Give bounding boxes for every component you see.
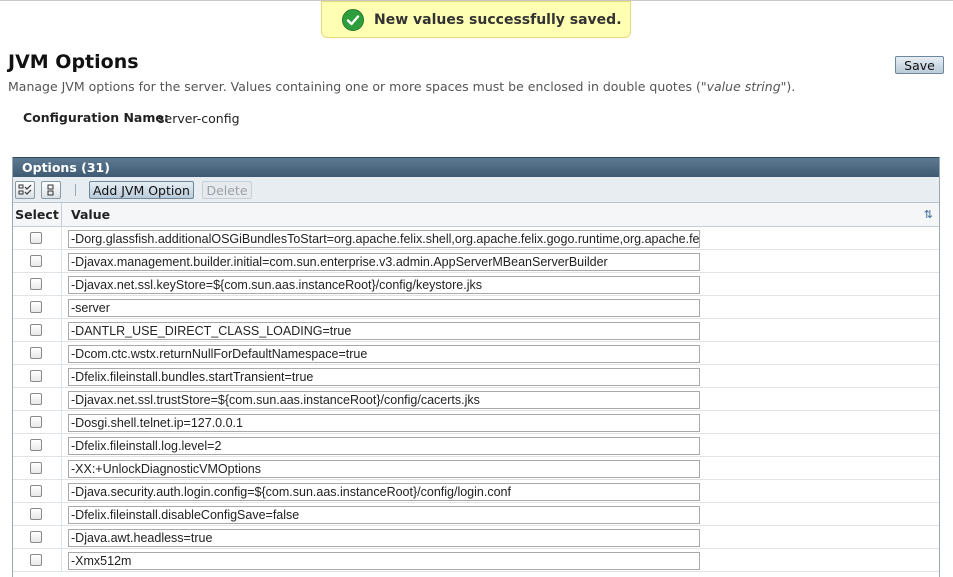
row-select-checkbox[interactable] — [30, 393, 42, 405]
table-row: -Dorg.glassfish.additionalOSGiBundlesToS… — [13, 227, 939, 250]
row-select-checkbox[interactable] — [30, 324, 42, 336]
table-title: Options (31) — [13, 157, 939, 177]
table-row: -Dosgi.shell.telnet.ip=127.0.0.1 — [13, 411, 939, 434]
table-row: -XX:+UnlockDiagnosticVMOptions — [13, 457, 939, 480]
row-select-checkbox[interactable] — [30, 416, 42, 428]
table-row: -Dfelix.fileinstall.log.level=2 — [13, 434, 939, 457]
option-value-input[interactable]: -Dfelix.fileinstall.log.level=2 — [68, 437, 700, 455]
option-value-input[interactable]: -Dfelix.fileinstall.bundles.startTransie… — [68, 368, 700, 386]
table-row: -server — [13, 296, 939, 319]
select-cell — [13, 503, 62, 526]
select-cell — [13, 273, 62, 296]
select-cell — [13, 342, 62, 365]
option-value-input[interactable]: -Djavax.net.ssl.trustStore=${com.sun.aas… — [68, 391, 700, 409]
row-select-checkbox[interactable] — [30, 508, 42, 520]
option-value-input[interactable]: -Xmx512m — [68, 552, 700, 570]
row-select-checkbox[interactable] — [30, 278, 42, 290]
row-select-checkbox[interactable] — [30, 462, 42, 474]
row-select-checkbox[interactable] — [30, 347, 42, 359]
option-value-input[interactable]: -Djava.security.auth.login.config=${com.… — [68, 483, 700, 501]
select-cell — [13, 319, 62, 342]
table-row: -Dfelix.fileinstall.bundles.startTransie… — [13, 365, 939, 388]
row-select-checkbox[interactable] — [30, 232, 42, 244]
table-row: -Djava.awt.headless=true — [13, 526, 939, 549]
table-row: -Dfelix.fileinstall.disableConfigSave=fa… — [13, 503, 939, 526]
select-cell — [13, 457, 62, 480]
option-value-input[interactable]: -server — [68, 299, 700, 317]
page-help-text: Manage JVM options for the server. Value… — [8, 79, 795, 94]
select-column-header: Select — [13, 203, 62, 227]
row-select-checkbox[interactable] — [30, 485, 42, 497]
option-value-input[interactable]: -Djava.awt.headless=true — [68, 529, 700, 547]
value-column-header: Value — [71, 207, 111, 222]
row-select-checkbox[interactable] — [30, 255, 42, 267]
select-cell — [13, 296, 62, 319]
option-value-input[interactable]: -Dosgi.shell.telnet.ip=127.0.0.1 — [68, 414, 700, 432]
row-select-checkbox[interactable] — [30, 439, 42, 451]
option-value-input[interactable]: -XX:+UnlockDiagnosticVMOptions — [68, 460, 700, 478]
alert-message: New values successfully saved. — [374, 11, 622, 28]
table-row: -Dcom.ctc.wstx.returnNullForDefaultNames… — [13, 342, 939, 365]
select-cell — [13, 434, 62, 457]
select-cell — [13, 411, 62, 434]
select-all-icon[interactable] — [15, 181, 35, 199]
select-cell — [13, 526, 62, 549]
table-row: -Djavax.management.builder.initial=com.s… — [13, 250, 939, 273]
option-value-input[interactable]: -Djavax.management.builder.initial=com.s… — [68, 253, 700, 271]
select-cell — [13, 388, 62, 411]
table-row: -Djavax.net.ssl.trustStore=${com.sun.aas… — [13, 388, 939, 411]
success-alert: New values successfully saved. — [321, 1, 631, 38]
config-name-label: Configuration Name: — [23, 110, 169, 125]
deselect-all-icon[interactable] — [41, 181, 61, 199]
help-text-end: "). — [780, 79, 796, 94]
option-value-input[interactable]: -Djavax.net.ssl.keyStore=${com.sun.aas.i… — [68, 276, 700, 294]
row-select-checkbox[interactable] — [30, 531, 42, 543]
option-value-input[interactable]: -DANTLR_USE_DIRECT_CLASS_LOADING=true — [68, 322, 700, 340]
row-select-checkbox[interactable] — [30, 301, 42, 313]
help-text-emphasis: value string — [706, 79, 781, 94]
table-row: -Djava.security.auth.login.config=${com.… — [13, 480, 939, 503]
option-value-input[interactable]: -Dcom.ctc.wstx.returnNullForDefaultNames… — [68, 345, 700, 363]
delete-button[interactable]: Delete — [202, 181, 252, 199]
add-jvm-option-button[interactable]: Add JVM Option — [89, 181, 194, 199]
save-button[interactable]: Save — [895, 56, 944, 74]
row-select-checkbox[interactable] — [30, 370, 42, 382]
table-row: -Xmx512m — [13, 549, 939, 572]
page-title: JVM Options — [8, 51, 139, 73]
table-row: -DANTLR_USE_DIRECT_CLASS_LOADING=true — [13, 319, 939, 342]
options-table: Options (31) Add JVM Option Delete Selec… — [12, 157, 940, 577]
help-text-start: Manage JVM options for the server. Value… — [8, 79, 707, 94]
select-cell — [13, 250, 62, 273]
table-body: -Dorg.glassfish.additionalOSGiBundlesToS… — [13, 227, 939, 572]
check-icon — [342, 8, 364, 31]
sort-icon[interactable]: ⇅ — [924, 208, 933, 221]
table-row: -Djavax.net.ssl.keyStore=${com.sun.aas.i… — [13, 273, 939, 296]
config-name-value: server-config — [158, 111, 240, 126]
select-cell — [13, 480, 62, 503]
select-cell — [13, 549, 62, 572]
select-cell — [13, 227, 62, 250]
select-cell — [13, 365, 62, 388]
option-value-input[interactable]: -Dfelix.fileinstall.disableConfigSave=fa… — [68, 506, 700, 524]
table-header: Select Value ⇅ — [13, 203, 939, 227]
row-select-checkbox[interactable] — [30, 554, 42, 566]
table-actions-bar: Add JVM Option Delete — [13, 177, 939, 203]
toolbar-separator — [75, 184, 76, 196]
option-value-input[interactable]: -Dorg.glassfish.additionalOSGiBundlesToS… — [68, 230, 700, 248]
